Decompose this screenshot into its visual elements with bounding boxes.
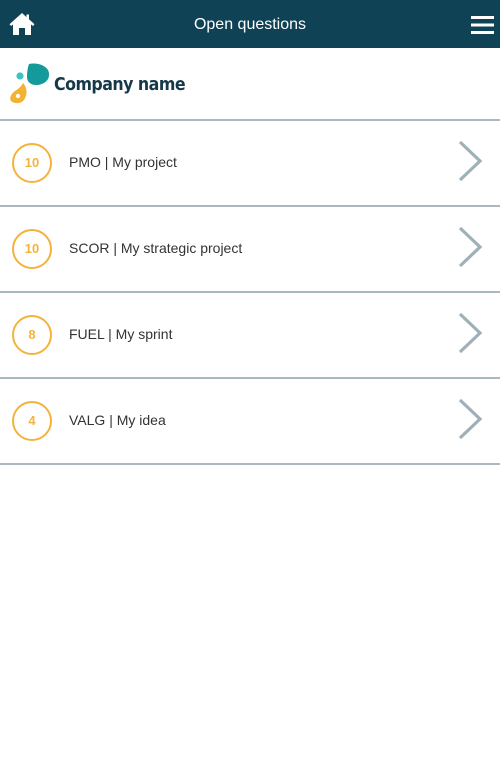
- count-badge: 8: [12, 315, 52, 355]
- droplet-logo-icon: [10, 63, 50, 104]
- hamburger-menu-icon: [471, 16, 494, 34]
- top-bar: Open questions: [0, 0, 500, 48]
- page-title: Open questions: [193, 16, 307, 33]
- chevron-right-icon: [458, 398, 483, 440]
- list-item[interactable]: 10 PMO | My project: [0, 121, 500, 207]
- item-label: PMO | My project: [69, 154, 177, 170]
- chevron-right-icon: [458, 226, 483, 268]
- item-label: VALG | My idea: [69, 412, 166, 428]
- count-badge: 10: [12, 229, 52, 269]
- list-item[interactable]: 8 FUEL | My sprint: [0, 293, 500, 379]
- brand-header: Company name: [0, 48, 500, 121]
- item-label: SCOR | My strategic project: [69, 240, 243, 256]
- chevron-right-icon: [458, 312, 483, 354]
- chevron-right-icon: [458, 140, 483, 182]
- company-name: Company name: [54, 74, 186, 95]
- count-badge: 10: [12, 143, 52, 183]
- count-badge: 4: [12, 401, 52, 441]
- item-label: FUEL | My sprint: [69, 326, 173, 342]
- menu-button[interactable]: [471, 15, 494, 35]
- list-item[interactable]: 4 VALG | My idea: [0, 379, 500, 465]
- questions-list: 10 PMO | My project 10 SCOR | My strateg…: [0, 121, 500, 465]
- list-item[interactable]: 10 SCOR | My strategic project: [0, 207, 500, 293]
